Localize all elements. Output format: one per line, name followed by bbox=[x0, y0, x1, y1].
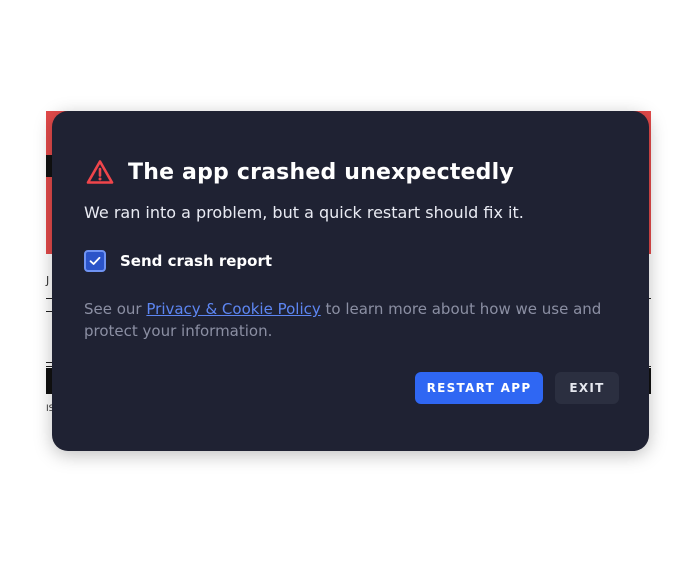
warning-triangle-icon bbox=[86, 160, 114, 184]
background-text: J bbox=[46, 274, 50, 287]
dialog-title: The app crashed unexpectedly bbox=[128, 159, 514, 185]
privacy-notice: See our Privacy & Cookie Policy to learn… bbox=[84, 298, 624, 342]
dialog-message: We ran into a problem, but a quick resta… bbox=[84, 203, 524, 222]
restart-app-button[interactable]: RESTART APP bbox=[415, 372, 543, 404]
crash-dialog: The app crashed unexpectedly We ran into… bbox=[52, 111, 649, 451]
checkmark-icon bbox=[89, 256, 101, 265]
exit-button[interactable]: EXIT bbox=[555, 372, 619, 404]
privacy-notice-prefix: See our bbox=[84, 300, 147, 318]
send-crash-report-checkbox[interactable] bbox=[84, 250, 106, 272]
send-crash-report-checkbox-row[interactable]: Send crash report bbox=[84, 250, 272, 272]
dialog-header: The app crashed unexpectedly bbox=[86, 159, 514, 185]
privacy-policy-link[interactable]: Privacy & Cookie Policy bbox=[146, 300, 320, 318]
send-crash-report-label: Send crash report bbox=[120, 252, 273, 270]
